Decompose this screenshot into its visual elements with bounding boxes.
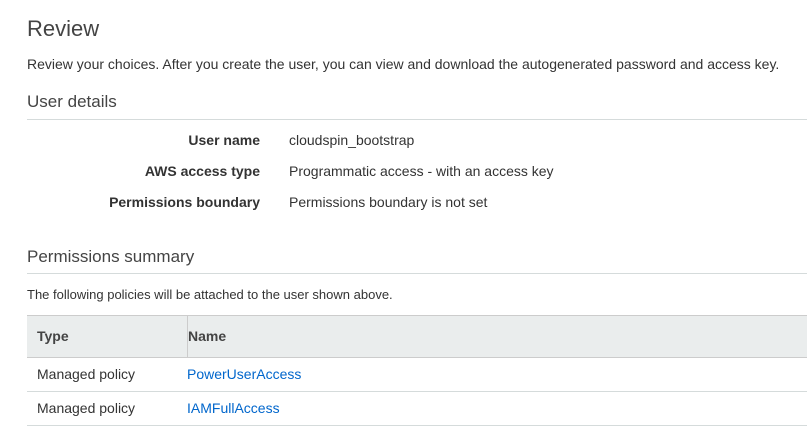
permissions-summary-heading: Permissions summary — [27, 247, 195, 266]
column-header-name[interactable]: Name — [188, 316, 226, 357]
review-intro-text: Review your choices. After you create th… — [27, 56, 780, 72]
detail-label: AWS access type — [144, 163, 260, 179]
detail-value: Programmatic access - with an access key — [289, 163, 554, 179]
permissions-summary-divider — [27, 273, 807, 274]
policy-link-iamfullaccess[interactable]: IAMFullAccess — [187, 392, 280, 425]
detail-label: Permissions boundary — [109, 194, 260, 210]
permissions-summary-description: The following policies will be attached … — [27, 287, 393, 302]
review-page: Review Review your choices. After you cr… — [0, 0, 807, 444]
detail-row-access-type: AWS access type Programmatic access - wi… — [0, 163, 807, 183]
policy-link-poweruseraccess[interactable]: PowerUserAccess — [187, 358, 301, 391]
detail-row-permissions-boundary: Permissions boundary Permissions boundar… — [0, 194, 807, 214]
detail-row-user-name: User name cloudspin_bootstrap — [0, 132, 807, 152]
table-row: Managed policy PowerUserAccess — [27, 358, 807, 392]
detail-value: cloudspin_bootstrap — [289, 132, 415, 148]
table-row: Managed policy IAMFullAccess — [27, 392, 807, 426]
detail-label: User name — [188, 132, 260, 148]
policy-type-cell: Managed policy — [37, 400, 136, 416]
user-details-divider — [27, 119, 807, 120]
policy-type-cell: Managed policy — [37, 366, 136, 382]
page-title: Review — [27, 16, 100, 41]
policies-table-header: Type Name — [27, 315, 807, 358]
column-header-type[interactable]: Type — [27, 316, 188, 357]
user-details-heading: User details — [27, 92, 117, 111]
detail-value: Permissions boundary is not set — [289, 194, 488, 210]
